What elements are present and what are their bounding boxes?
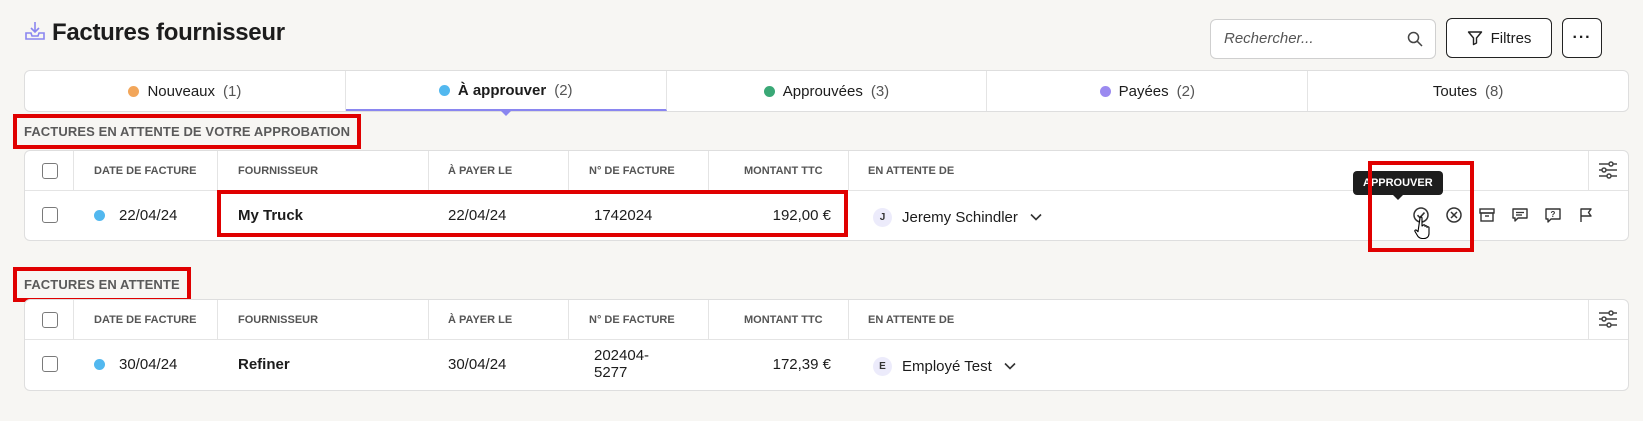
tab-payees[interactable]: Payées (2): [987, 71, 1309, 111]
invoice-date-cell: 30/04/24: [94, 340, 177, 388]
due-date: 22/04/24: [448, 206, 507, 224]
row-checkbox[interactable]: [42, 356, 58, 372]
tab-approuvees[interactable]: Approuvées (3): [667, 71, 988, 111]
comment-icon[interactable]: [1510, 205, 1530, 225]
approve-tooltip: APPROUVER: [1353, 171, 1443, 200]
invoice-number: 1742024: [594, 206, 653, 224]
search-icon[interactable]: [1407, 31, 1423, 47]
status-dot-purple: [1099, 85, 1111, 97]
status-tabs: Nouveaux (1) À approuver (2) Approuvées …: [24, 70, 1629, 116]
inbox-download-icon: [25, 22, 45, 40]
waiting-for-cell[interactable]: E Employé Test: [873, 342, 1016, 390]
column-settings-icon[interactable]: [1598, 310, 1618, 328]
chevron-down-icon[interactable]: [1030, 213, 1042, 221]
column-settings-icon[interactable]: [1598, 161, 1618, 179]
tab-count: (2): [1176, 82, 1195, 100]
invoice-number-line: 202404-: [594, 347, 650, 364]
hand-cursor-icon: [1414, 216, 1430, 240]
tab-label: Payées: [1118, 82, 1169, 100]
tab-count: (3): [870, 82, 890, 100]
tab-count: (8): [1485, 82, 1504, 100]
filter-button[interactable]: Filtres: [1446, 18, 1552, 58]
chevron-down-icon[interactable]: [1004, 362, 1016, 370]
column-header[interactable]: FOURNISSEUR: [238, 300, 318, 340]
invoice-date-cell: 22/04/24: [94, 191, 177, 239]
filter-button-label: Filtres: [1490, 29, 1532, 47]
column-header[interactable]: FOURNISSEUR: [238, 151, 318, 191]
avatar: J: [873, 207, 892, 227]
avatar: E: [873, 356, 892, 376]
waiting-for-name: Employé Test: [902, 357, 992, 375]
more-options-button[interactable]: ···: [1562, 18, 1602, 58]
amount-ttc: 192,00 €: [772, 206, 831, 224]
table-header: DATE DE FACTURE FOURNISSEUR À PAYER LE N…: [25, 300, 1628, 340]
tab-a-approuver[interactable]: À approuver (2): [345, 71, 667, 116]
status-dot: [94, 358, 105, 370]
invoice-number: 202404- 5277: [594, 340, 649, 388]
select-all-checkbox[interactable]: [42, 312, 58, 328]
search-box[interactable]: [1210, 19, 1436, 59]
row-checkbox[interactable]: [42, 207, 58, 223]
table-row[interactable]: 30/04/24 Refiner 30/04/24 202404- 5277 1…: [25, 340, 1628, 388]
svg-text:?: ?: [1551, 210, 1556, 219]
flag-icon[interactable]: [1576, 205, 1596, 225]
waiting-for-cell[interactable]: J Jeremy Schindler: [873, 193, 1042, 241]
column-header[interactable]: EN ATTENTE DE: [868, 151, 954, 191]
invoice-date: 22/04/24: [119, 206, 178, 224]
status-dot: [94, 209, 105, 221]
select-all-checkbox[interactable]: [42, 163, 58, 179]
status-dot-orange: [128, 85, 140, 97]
tab-label: Toutes: [1432, 82, 1478, 100]
more-icon: ···: [1572, 29, 1592, 46]
amount-ttc: 172,39 €: [772, 355, 831, 373]
tab-count: (1): [223, 82, 242, 100]
column-header[interactable]: DATE DE FACTURE: [94, 300, 196, 340]
column-header[interactable]: DATE DE FACTURE: [94, 151, 196, 191]
column-header[interactable]: MONTANT TTC: [744, 151, 823, 191]
invoice-number-line: 5277: [594, 364, 628, 381]
filter-icon: [1467, 31, 1482, 46]
column-header[interactable]: N° DE FACTURE: [589, 151, 675, 191]
archive-icon[interactable]: [1477, 205, 1497, 225]
question-icon[interactable]: ?: [1543, 205, 1563, 225]
page-title: Factures fournisseur: [52, 19, 285, 46]
search-input[interactable]: [1224, 30, 1404, 47]
column-header[interactable]: MONTANT TTC: [744, 300, 823, 340]
tab-label: Approuvées: [782, 82, 863, 100]
tab-nouveaux[interactable]: Nouveaux (1): [25, 71, 346, 111]
status-dot-blue: [438, 84, 450, 96]
supplier-name: My Truck: [238, 206, 304, 224]
pending-table: DATE DE FACTURE FOURNISSEUR À PAYER LE N…: [24, 299, 1629, 391]
page-header: Factures fournisseur Filtres ···: [24, 14, 1643, 64]
column-header[interactable]: EN ATTENTE DE: [868, 300, 954, 340]
section-title-pending: FACTURES EN ATTENTE: [13, 267, 191, 302]
waiting-for-name: Jeremy Schindler: [902, 208, 1018, 226]
tab-toutes[interactable]: Toutes (8): [1308, 71, 1628, 111]
status-dot-green: [763, 85, 775, 97]
table-row[interactable]: 22/04/24 My Truck 22/04/24 1742024 192,0…: [25, 191, 1628, 239]
column-header[interactable]: À PAYER LE: [448, 300, 512, 340]
supplier-name: Refiner: [238, 355, 290, 373]
invoice-date: 30/04/24: [119, 355, 178, 373]
tab-label: Nouveaux: [147, 82, 215, 100]
section-title-pending-approval: FACTURES EN ATTENTE DE VOTRE APPROBATION: [13, 114, 362, 149]
column-header[interactable]: À PAYER LE: [448, 151, 512, 191]
due-date: 30/04/24: [448, 355, 507, 373]
column-header[interactable]: N° DE FACTURE: [589, 300, 675, 340]
approval-table: DATE DE FACTURE FOURNISSEUR À PAYER LE N…: [24, 150, 1629, 241]
reject-icon[interactable]: [1444, 205, 1464, 225]
row-actions: ?: [1411, 205, 1609, 225]
tab-count: (2): [554, 81, 573, 99]
tab-label: À approuver: [457, 81, 547, 99]
